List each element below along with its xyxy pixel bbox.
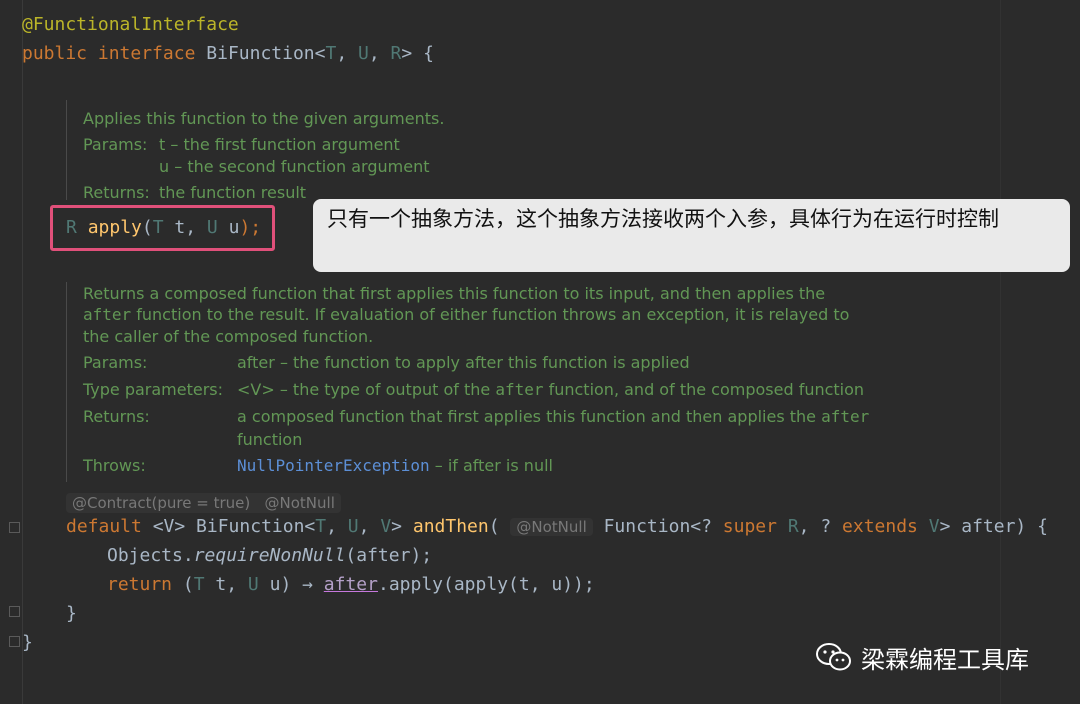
watermark: 梁霖编程工具库 [815,637,1029,677]
require-non-null-statement[interactable]: Objects.requireNonNull(after); [107,544,432,568]
andthen-doc-type-label: Type parameters: [83,380,224,399]
watermark-text: 梁霖编程工具库 [861,645,1029,674]
annotation-functional-interface[interactable]: @FunctionalInterface [22,13,239,37]
doc-text: function to the result. If evaluation of… [131,305,850,324]
contract-hint-text: @Contract(pure = true) [72,494,251,512]
function-type: Function<? [592,516,723,537]
generic-close: > [391,516,413,537]
paren-open: ( [488,516,511,537]
doc-code-after: after [821,407,870,426]
type-param-v: <V> [141,516,197,537]
comma: , [368,43,391,64]
apply-doc-param-u: u – the second function argument [159,157,430,176]
annotation-callout: 只有一个抽象方法，这个抽象方法接收两个入参，具体行为在运行时控制 [313,199,1070,272]
doc-text: a composed function that first applies t… [237,407,822,426]
wildcard: , ? [798,516,843,537]
param-notnull-hint: @NotNull [510,518,593,536]
keyword-super: super [722,516,777,537]
type-u: U [247,574,259,595]
andthen-doc-throws-label: Throws: [83,456,146,475]
doc-block-bar [66,100,67,200]
keyword-public: public [22,43,88,64]
fold-marker-icon[interactable] [9,522,20,533]
interface-declaration[interactable]: public interface BiFunction<T, U, R> { [22,42,434,66]
andthen-doc-type: <V> – the type of output of the after fu… [237,379,864,401]
type-t: T [315,516,327,537]
param-after: > after) { [939,516,1048,537]
apply-doc-returns: the function result [159,183,307,202]
return-type: BiFunction< [196,516,316,537]
captured-after: after [323,574,378,595]
doc-code-after: after [83,305,132,324]
null-pointer-exception-link[interactable]: NullPointerException [237,456,430,475]
generic-open: < [314,43,326,64]
fold-marker-icon[interactable] [9,606,20,617]
generic-close-brace: > { [401,43,434,64]
method-name-andthen: andThen [412,516,489,537]
andthen-method-declaration[interactable]: default <V> BiFunction<T, U, V> andThen(… [66,515,1048,539]
andthen-doc-params: after – the function to apply after this… [237,353,690,372]
comma: , [358,516,381,537]
doc-block-bar [66,282,67,482]
andthen-doc-params-label: Params: [83,353,148,372]
andthen-doc-returns-line2: function [237,430,303,449]
type-u: U [347,516,359,537]
keyword-default: default [66,516,142,537]
callout-text: 只有一个抽象方法，这个抽象方法接收两个入参，具体行为在运行时控制 [327,207,999,231]
type-param-u: U [358,43,369,64]
type-t: T [193,574,205,595]
right-margin-guide [1000,0,1001,704]
method-close-brace[interactable]: } [66,602,77,626]
apply-doc-params-label: Params: [83,135,148,154]
keyword-return: return [107,574,173,595]
contract-inlay-hint[interactable]: @Contract(pure = true) @NotNull [66,493,341,513]
wechat-icon [816,643,851,671]
type-r: R [776,516,799,537]
lambda-arrow: u) → [258,574,324,595]
gutter-separator [22,0,23,704]
andthen-doc-returns-label: Returns: [83,407,150,426]
andthen-doc-line1: Returns a composed function that first a… [83,284,826,303]
apply-doc-summary: Applies this function to the given argum… [83,109,445,128]
andthen-doc-line3: the caller of the composed function. [83,327,374,346]
param-t: t, [204,574,248,595]
type-v: V [380,516,392,537]
apply-doc-returns-label: Returns: [83,183,150,202]
apply-highlight-box [50,205,275,251]
call-args: (after); [345,545,433,566]
doc-code-after: after [495,380,544,399]
code-editor[interactable]: @FunctionalInterface public interface Bi… [0,0,1080,704]
interface-close-brace[interactable]: } [22,631,33,655]
doc-text: <V> – the type of output of the [237,380,496,399]
keyword-extends: extends [842,516,918,537]
notnull-hint-text: @NotNull [264,494,335,512]
comma: , [326,516,348,537]
doc-text: function, and of the composed function [543,380,865,399]
apply-doc-param-t: t – the first function argument [159,135,400,154]
type-param-t: T [325,43,337,64]
return-statement[interactable]: return (T t, U u) → after.apply(apply(t,… [107,573,595,597]
andthen-doc-line2: after function to the result. If evaluat… [83,304,849,326]
apply-call: .apply(apply(t, u)); [377,574,595,595]
type-v: V [917,516,940,537]
doc-text: – if after is null [429,456,553,475]
andthen-doc-throws: NullPointerException – if after is null [237,455,553,477]
type-param-r: R [390,43,402,64]
comma: , [336,43,359,64]
andthen-doc-returns: a composed function that first applies t… [237,406,869,428]
interface-name: BiFunction [206,43,315,64]
keyword-interface: interface [97,43,196,64]
objects-class: Objects. [107,545,194,566]
lambda-open: ( [172,574,194,595]
method-require-non-null: requireNonNull [193,545,346,566]
fold-marker-icon[interactable] [9,636,20,647]
